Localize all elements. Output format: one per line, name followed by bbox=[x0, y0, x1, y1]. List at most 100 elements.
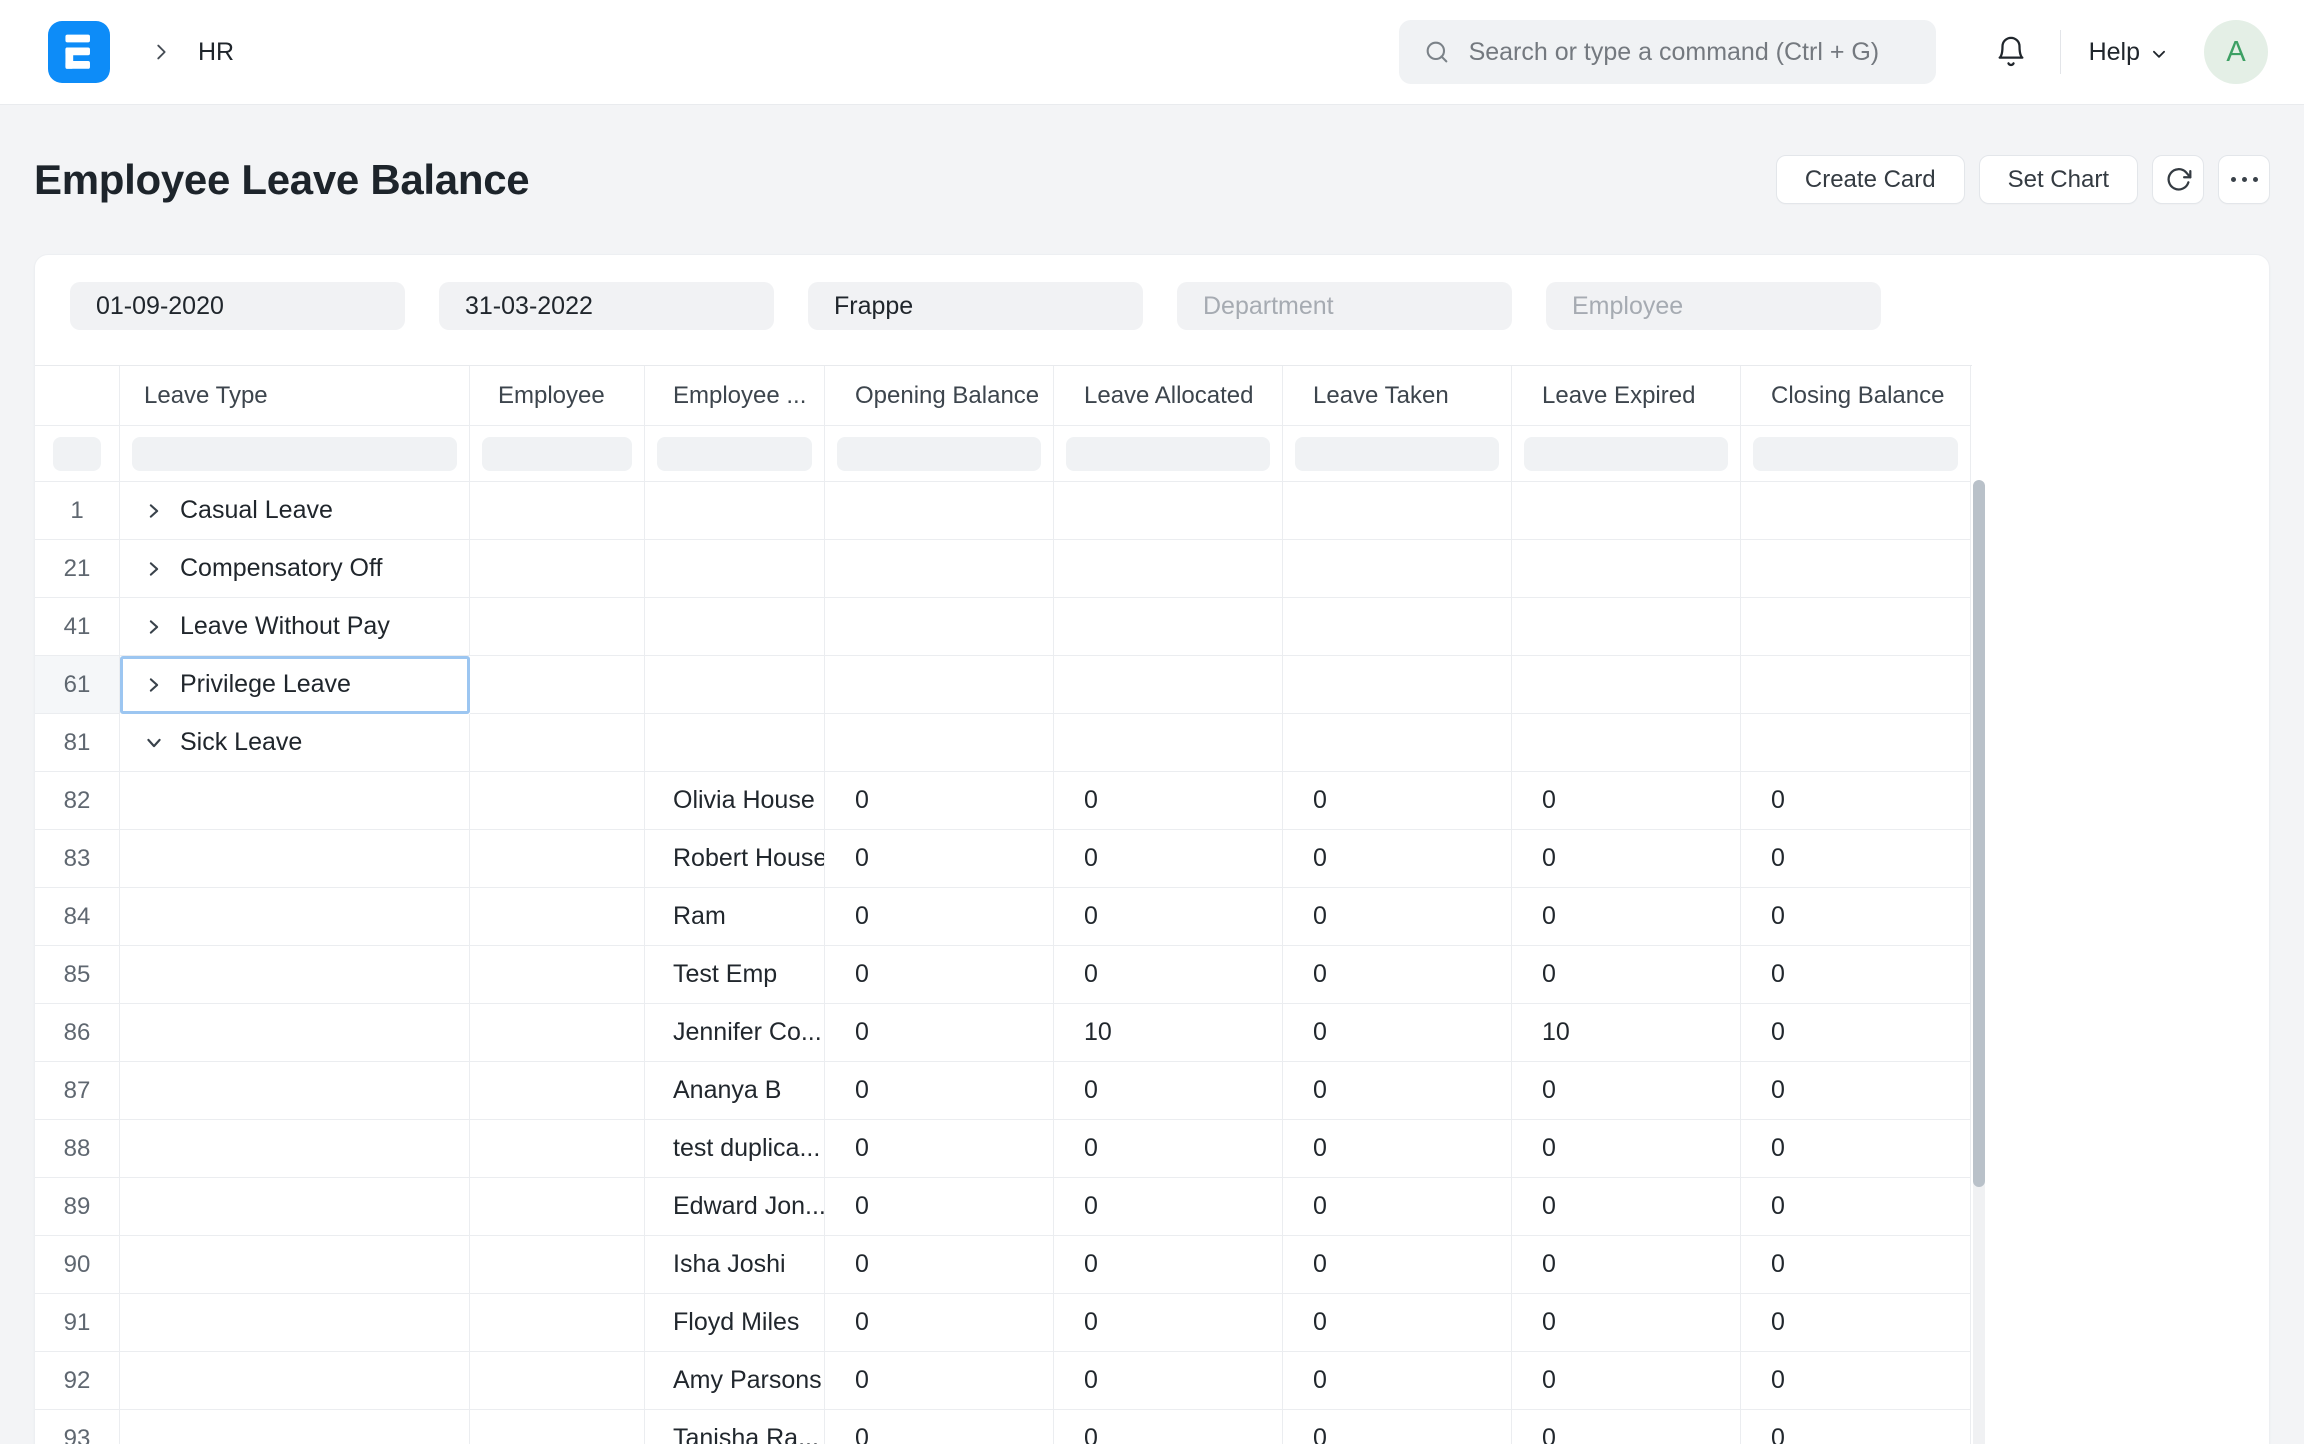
leave-expired-cell[interactable] bbox=[1512, 598, 1741, 656]
employee-cell[interactable] bbox=[470, 714, 645, 772]
closing-balance-cell[interactable]: 0 bbox=[1741, 946, 1971, 1004]
leave-allocated-cell[interactable]: 0 bbox=[1054, 1410, 1283, 1444]
row-index-cell[interactable]: 91 bbox=[35, 1294, 120, 1352]
leave-taken-cell[interactable]: 0 bbox=[1283, 1004, 1512, 1062]
employee-name-cell[interactable]: Test Emp bbox=[645, 946, 825, 1004]
employee-cell[interactable] bbox=[470, 946, 645, 1004]
leave-type-cell[interactable]: Casual Leave bbox=[120, 482, 470, 540]
employee-name-cell[interactable]: Tanisha Ra... bbox=[645, 1410, 825, 1444]
employee-filter[interactable] bbox=[1546, 282, 1881, 330]
column-header-leave-expired[interactable]: Leave Expired bbox=[1512, 366, 1741, 426]
breadcrumb[interactable]: HR bbox=[198, 38, 234, 67]
leave-taken-column-filter-input[interactable] bbox=[1295, 437, 1499, 471]
employee-name-cell[interactable]: Ram bbox=[645, 888, 825, 946]
help-menu[interactable]: Help bbox=[2089, 38, 2168, 67]
closing-balance-cell[interactable] bbox=[1741, 482, 1971, 540]
employee-name-cell[interactable]: Robert House bbox=[645, 830, 825, 888]
leave-expired-cell[interactable] bbox=[1512, 714, 1741, 772]
leave-allocated-cell[interactable]: 0 bbox=[1054, 1062, 1283, 1120]
opening-balance-cell[interactable]: 0 bbox=[825, 888, 1054, 946]
employee-cell[interactable] bbox=[470, 1178, 645, 1236]
leave-expired-cell[interactable]: 0 bbox=[1512, 1178, 1741, 1236]
leave-allocated-cell[interactable]: 0 bbox=[1054, 1120, 1283, 1178]
closing-balance-cell[interactable] bbox=[1741, 714, 1971, 772]
leave-allocated-cell[interactable]: 0 bbox=[1054, 1236, 1283, 1294]
closing-balance-cell[interactable]: 0 bbox=[1741, 1294, 1971, 1352]
employee-name-cell[interactable]: Edward Jon... bbox=[645, 1178, 825, 1236]
leave-taken-cell[interactable] bbox=[1283, 540, 1512, 598]
leave-type-cell[interactable]: Privilege Leave bbox=[120, 656, 470, 714]
opening-balance-column-filter-input[interactable] bbox=[837, 437, 1041, 471]
leave-type-cell[interactable] bbox=[120, 830, 470, 888]
leave-allocated-cell[interactable] bbox=[1054, 656, 1283, 714]
row-index-cell[interactable]: 92 bbox=[35, 1352, 120, 1410]
leave-type-cell[interactable]: Sick Leave bbox=[120, 714, 470, 772]
leave-type-cell[interactable] bbox=[120, 1120, 470, 1178]
chevron-right-icon[interactable] bbox=[144, 559, 164, 579]
leave-allocated-cell[interactable]: 0 bbox=[1054, 1352, 1283, 1410]
opening-balance-cell[interactable]: 0 bbox=[825, 946, 1054, 1004]
employee-name-cell[interactable]: Jennifer Co... bbox=[645, 1004, 825, 1062]
leave-taken-cell[interactable]: 0 bbox=[1283, 888, 1512, 946]
employee-cell[interactable] bbox=[470, 772, 645, 830]
employee-name-cell[interactable]: Amy Parsons bbox=[645, 1352, 825, 1410]
row-index-cell[interactable]: 83 bbox=[35, 830, 120, 888]
closing-balance-cell[interactable]: 0 bbox=[1741, 1004, 1971, 1062]
leave-taken-cell[interactable]: 0 bbox=[1283, 1178, 1512, 1236]
leave-expired-cell[interactable]: 0 bbox=[1512, 946, 1741, 1004]
leave-allocated-column-filter-input[interactable] bbox=[1066, 437, 1270, 471]
set-chart-button[interactable]: Set Chart bbox=[1979, 155, 2138, 204]
leave-expired-cell[interactable] bbox=[1512, 540, 1741, 598]
row-index-cell[interactable]: 81 bbox=[35, 714, 120, 772]
chevron-down-icon[interactable] bbox=[144, 733, 164, 753]
leave-taken-cell[interactable]: 0 bbox=[1283, 1410, 1512, 1444]
employee-name-column-filter-input[interactable] bbox=[657, 437, 812, 471]
leave-type-cell[interactable] bbox=[120, 1294, 470, 1352]
leave-taken-cell[interactable]: 0 bbox=[1283, 772, 1512, 830]
row-index-cell[interactable]: 61 bbox=[35, 656, 120, 714]
closing-balance-cell[interactable]: 0 bbox=[1741, 772, 1971, 830]
global-search-input[interactable]: Search or type a command (Ctrl + G) bbox=[1399, 20, 1936, 84]
row-index-cell[interactable]: 89 bbox=[35, 1178, 120, 1236]
leave-type-cell[interactable] bbox=[120, 1410, 470, 1444]
closing-balance-cell[interactable]: 0 bbox=[1741, 1178, 1971, 1236]
employee-name-cell[interactable]: Floyd Miles bbox=[645, 1294, 825, 1352]
opening-balance-cell[interactable]: 0 bbox=[825, 772, 1054, 830]
leave-expired-cell[interactable] bbox=[1512, 482, 1741, 540]
create-card-button[interactable]: Create Card bbox=[1776, 155, 1965, 204]
leave-allocated-cell[interactable]: 0 bbox=[1054, 946, 1283, 1004]
chevron-right-icon[interactable] bbox=[144, 675, 164, 695]
closing-balance-cell[interactable]: 0 bbox=[1741, 1410, 1971, 1444]
column-header-closing-balance[interactable]: Closing Balance bbox=[1741, 366, 1971, 426]
notifications-bell-icon[interactable] bbox=[1994, 35, 2028, 69]
leave-allocated-cell[interactable] bbox=[1054, 482, 1283, 540]
opening-balance-cell[interactable]: 0 bbox=[825, 1178, 1054, 1236]
column-header-employee[interactable]: Employee bbox=[470, 366, 645, 426]
leave-allocated-cell[interactable]: 0 bbox=[1054, 888, 1283, 946]
leave-type-cell[interactable] bbox=[120, 888, 470, 946]
from-date-filter[interactable] bbox=[70, 282, 405, 330]
avatar[interactable]: A bbox=[2204, 20, 2268, 84]
company-filter[interactable] bbox=[808, 282, 1143, 330]
row-index-cell[interactable]: 90 bbox=[35, 1236, 120, 1294]
leave-expired-cell[interactable]: 0 bbox=[1512, 888, 1741, 946]
menu-button[interactable] bbox=[2218, 155, 2270, 204]
employee-name-cell[interactable] bbox=[645, 598, 825, 656]
leave-type-cell[interactable] bbox=[120, 1062, 470, 1120]
closing-balance-cell[interactable]: 0 bbox=[1741, 1352, 1971, 1410]
employee-cell[interactable] bbox=[470, 888, 645, 946]
closing-balance-cell[interactable] bbox=[1741, 598, 1971, 656]
row-index-cell[interactable]: 85 bbox=[35, 946, 120, 1004]
row-index-cell[interactable]: 86 bbox=[35, 1004, 120, 1062]
row-index-cell[interactable]: 41 bbox=[35, 598, 120, 656]
row-index-cell[interactable]: 93 bbox=[35, 1410, 120, 1444]
employee-cell[interactable] bbox=[470, 1004, 645, 1062]
employee-cell[interactable] bbox=[470, 1294, 645, 1352]
employee-name-cell[interactable]: test duplica... bbox=[645, 1120, 825, 1178]
employee-name-cell[interactable] bbox=[645, 656, 825, 714]
leave-expired-cell[interactable] bbox=[1512, 656, 1741, 714]
leave-taken-cell[interactable]: 0 bbox=[1283, 946, 1512, 1004]
employee-name-cell[interactable]: Ananya B bbox=[645, 1062, 825, 1120]
row-index-cell[interactable]: 87 bbox=[35, 1062, 120, 1120]
opening-balance-cell[interactable]: 0 bbox=[825, 830, 1054, 888]
